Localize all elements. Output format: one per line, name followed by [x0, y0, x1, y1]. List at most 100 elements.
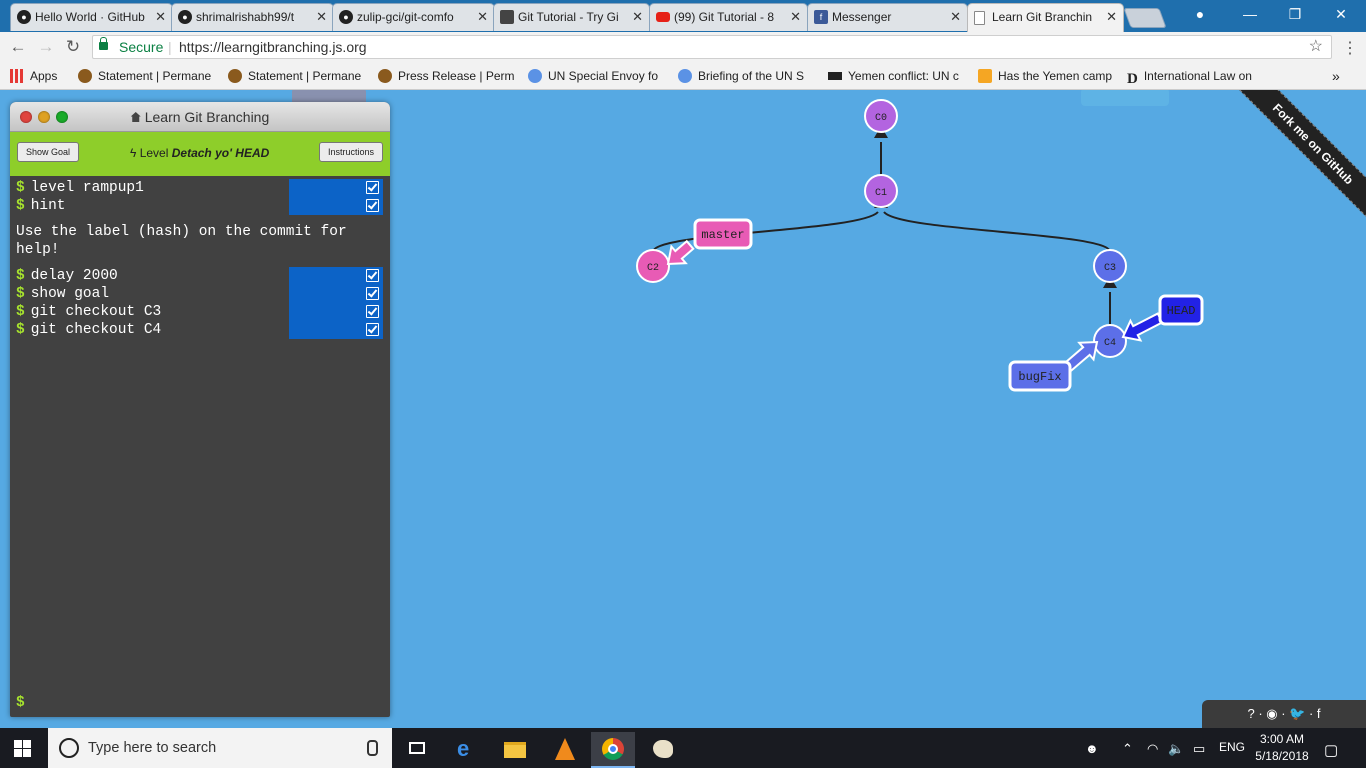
tab-youtube[interactable]: (99) Git Tutorial - 8 ✕ — [649, 3, 808, 31]
ref-arrow — [666, 239, 695, 266]
action-center-icon[interactable]: ▢ — [1324, 741, 1338, 759]
close-icon[interactable]: ✕ — [790, 4, 801, 30]
command-status — [289, 321, 383, 339]
command-text: git checkout C4 — [30, 322, 162, 338]
new-tab-button[interactable] — [1123, 8, 1167, 28]
restore-icon[interactable]: ❐ — [1277, 5, 1313, 25]
tab-messenger[interactable]: f Messenger ✕ — [807, 3, 968, 31]
commit-node-c3[interactable]: C3 — [1093, 249, 1127, 283]
chrome-icon[interactable] — [591, 732, 635, 768]
bookmark-yemen-conflict[interactable]: Yemen conflict: UN c — [828, 68, 964, 84]
commit-node-c0[interactable]: C0 — [864, 99, 898, 133]
check-icon — [366, 269, 379, 282]
reload-icon[interactable]: ↻ — [63, 37, 83, 57]
close-icon[interactable]: ✕ — [950, 4, 961, 30]
vlc-icon[interactable] — [543, 732, 587, 768]
bookmark-label: International Law on — [1143, 69, 1252, 83]
commit-node-c1[interactable]: C1 — [864, 174, 898, 208]
command-line: $ git checkout C4 — [10, 321, 390, 339]
volume-icon[interactable]: 🔈 — [1168, 741, 1184, 757]
commit-label: C1 — [875, 188, 887, 199]
paint-icon[interactable] — [641, 732, 685, 768]
address-bar[interactable]: Secure | https://learngitbranching.js.or… — [92, 35, 1332, 59]
help-links-bar[interactable]: ? · ◉ · 🐦 · f — [1202, 700, 1366, 728]
bookmark-star-icon[interactable]: ☆ — [1309, 36, 1323, 58]
bookmark-label: Apps — [30, 69, 58, 83]
taskbar-search-box[interactable]: Type here to search — [48, 728, 392, 768]
bookmark-label: UN Special Envoy fo — [548, 69, 659, 83]
microphone-icon[interactable] — [367, 740, 378, 756]
clock-time: 3:00 AM — [1259, 732, 1305, 746]
prompt-symbol: $ — [16, 180, 25, 196]
forward-icon[interactable]: → — [36, 37, 56, 57]
prompt-symbol: $ — [16, 304, 25, 320]
people-icon[interactable]: ☻ — [1085, 741, 1099, 756]
close-icon[interactable]: ✕ — [155, 4, 166, 30]
command-status — [289, 285, 383, 303]
ap-icon — [978, 69, 992, 83]
ref-bugfix[interactable]: bugFix — [1008, 340, 1099, 392]
bookmark-yemen-campaign[interactable]: Has the Yemen camp — [978, 68, 1114, 84]
hint-text: Use the label (hash) on the commit for h… — [16, 224, 347, 258]
system-clock[interactable]: 3:00 AM 5/18/2018 — [1252, 731, 1312, 765]
check-icon — [366, 181, 379, 194]
bookmark-statement-2[interactable]: Statement | Permane — [228, 68, 368, 84]
command-status — [289, 197, 383, 215]
tab-learn-git-branching[interactable]: Learn Git Branchin ✕ — [967, 3, 1124, 32]
prompt-symbol: $ — [16, 286, 25, 302]
tab-git-tutorial[interactable]: Git Tutorial - Try Gi ✕ — [493, 3, 650, 31]
search-placeholder: Type here to search — [88, 740, 217, 756]
bookmark-un-envoy[interactable]: UN Special Envoy fo — [528, 68, 664, 84]
ref-head[interactable]: HEAD — [1121, 294, 1204, 342]
command-line: $ git checkout C3 — [10, 303, 390, 321]
tab-hello-world[interactable]: ● Hello World · GitHub ✕ — [10, 3, 173, 31]
commit-node-c4[interactable]: C4 — [1093, 324, 1127, 358]
close-icon[interactable]: ✕ — [477, 4, 488, 30]
close-window-icon[interactable]: ✕ — [1323, 5, 1359, 25]
bookmark-international-law[interactable]: D International Law on — [1127, 68, 1267, 84]
cortana-icon — [59, 738, 79, 758]
commit-node-c2[interactable]: C2 — [636, 249, 670, 283]
back-icon[interactable]: ← — [8, 37, 28, 57]
terminal-title-text: Learn Git Branching — [144, 109, 270, 125]
ref-label: master — [701, 228, 744, 242]
un-seal-icon — [228, 69, 242, 83]
show-hidden-icons-icon[interactable]: ⌃ — [1122, 741, 1133, 757]
file-explorer-icon[interactable] — [493, 732, 537, 768]
close-icon[interactable]: ✕ — [316, 4, 327, 30]
lock-icon — [99, 37, 108, 50]
command-input-prompt[interactable]: $ — [16, 695, 25, 711]
bookmark-apps[interactable]: Apps — [10, 68, 57, 84]
show-goal-button[interactable]: Show Goal — [17, 142, 79, 162]
youtube-icon — [656, 12, 670, 22]
tab-zulip-gci[interactable]: ● zulip-gci/git-comfo ✕ — [332, 3, 495, 31]
command-line: $ delay 2000 — [10, 267, 390, 285]
un-seal-icon — [78, 69, 92, 83]
bookmark-briefing[interactable]: Briefing of the UN S — [678, 68, 814, 84]
home-icon — [130, 112, 141, 122]
tab-title: (99) Git Tutorial - 8 — [674, 10, 775, 24]
wifi-icon[interactable]: ◠ — [1147, 741, 1158, 757]
chrome-menu-icon[interactable]: ⋮ — [1342, 38, 1358, 58]
bookmark-label: Press Release | Perm — [398, 69, 514, 83]
language-indicator[interactable]: ENG — [1219, 740, 1245, 754]
more-bookmarks-button[interactable]: » — [1332, 68, 1340, 84]
close-icon[interactable]: ✕ — [632, 4, 643, 30]
bookmark-statement-1[interactable]: Statement | Permane — [78, 68, 218, 84]
commit-label: C0 — [875, 113, 887, 124]
bookmark-label: Briefing of the UN S — [698, 69, 805, 83]
command-text: show goal — [30, 286, 110, 302]
page-icon — [974, 11, 985, 25]
task-view-icon[interactable] — [395, 732, 439, 768]
profile-icon[interactable]: ● — [1182, 5, 1218, 25]
bookmark-press-release[interactable]: Press Release | Perm — [378, 68, 514, 84]
minimize-icon[interactable]: — — [1232, 5, 1268, 25]
battery-icon[interactable]: ▭ — [1193, 741, 1205, 757]
close-icon[interactable]: ✕ — [1106, 4, 1117, 30]
instructions-button[interactable]: Instructions — [319, 142, 383, 162]
edge-icon[interactable]: e — [445, 732, 489, 768]
terminal-window: Learn Git Branching Show Goal ϟ Level De… — [10, 102, 390, 717]
windows-start-icon[interactable] — [14, 740, 32, 757]
tab-shrimalrishabh[interactable]: ● shrimalrishabh99/t ✕ — [171, 3, 334, 31]
commit-edge-C3-C1 — [883, 211, 1111, 253]
